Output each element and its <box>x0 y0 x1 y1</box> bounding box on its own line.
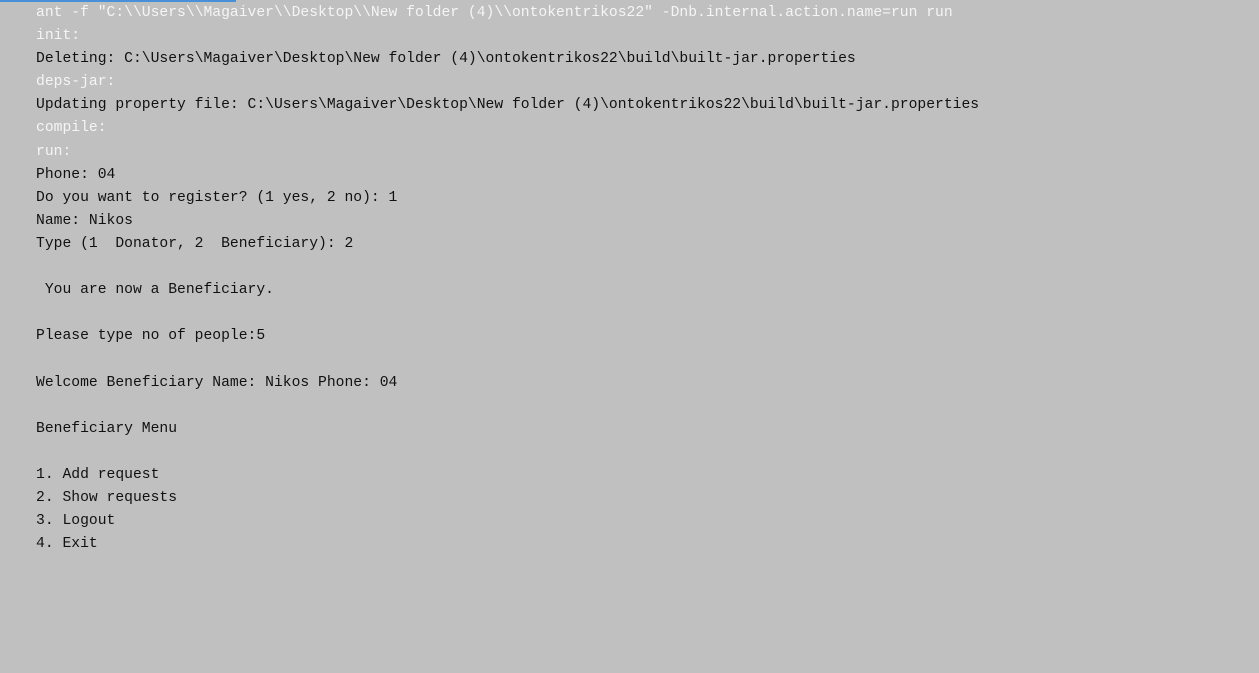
program-output-line: 1. Add request <box>36 466 160 483</box>
build-target-line: deps-jar: <box>36 74 116 91</box>
program-output-line: 4. Exit <box>36 536 98 553</box>
program-output-line: Please type no of people:5 <box>36 328 266 345</box>
program-output-line: 2. Show requests <box>36 489 178 506</box>
program-output-line: Name: Nikos <box>36 212 133 229</box>
build-target-line: ant -f "C:\\Users\\Magaiver\\Desktop\\Ne… <box>36 5 953 21</box>
build-target-line: run: <box>36 143 72 160</box>
program-output-line: 3. Logout <box>36 513 116 530</box>
program-output-line: Deleting: C:\Users\Magaiver\Desktop\New … <box>36 51 856 68</box>
program-output-line: Updating property file: C:\Users\Magaive… <box>36 97 980 114</box>
program-output-line: Type (1 Donator, 2 Beneficiary): 2 <box>36 235 354 252</box>
program-output-line: Welcome Beneficiary Name: Nikos Phone: 0… <box>36 374 398 391</box>
program-output-line <box>36 348 1256 371</box>
program-output-line <box>36 256 1256 279</box>
build-target-line: compile: <box>36 120 107 137</box>
console-output-text[interactable]: ant -f "C:\\Users\\Magaiver\\Desktop\\Ne… <box>36 2 1256 556</box>
program-output-line <box>36 302 1256 325</box>
program-output-line: Phone: 04 <box>36 166 116 183</box>
program-output-line: You are now a Beneficiary. <box>36 282 274 299</box>
build-target-line: init: <box>36 28 81 45</box>
program-output-line: Beneficiary Menu <box>36 420 178 437</box>
program-output-line <box>36 395 1256 418</box>
output-console[interactable]: ant -f "C:\\Users\\Magaiver\\Desktop\\Ne… <box>0 0 1259 673</box>
program-output-line <box>36 441 1256 464</box>
program-output-line: Do you want to register? (1 yes, 2 no): … <box>36 189 398 206</box>
